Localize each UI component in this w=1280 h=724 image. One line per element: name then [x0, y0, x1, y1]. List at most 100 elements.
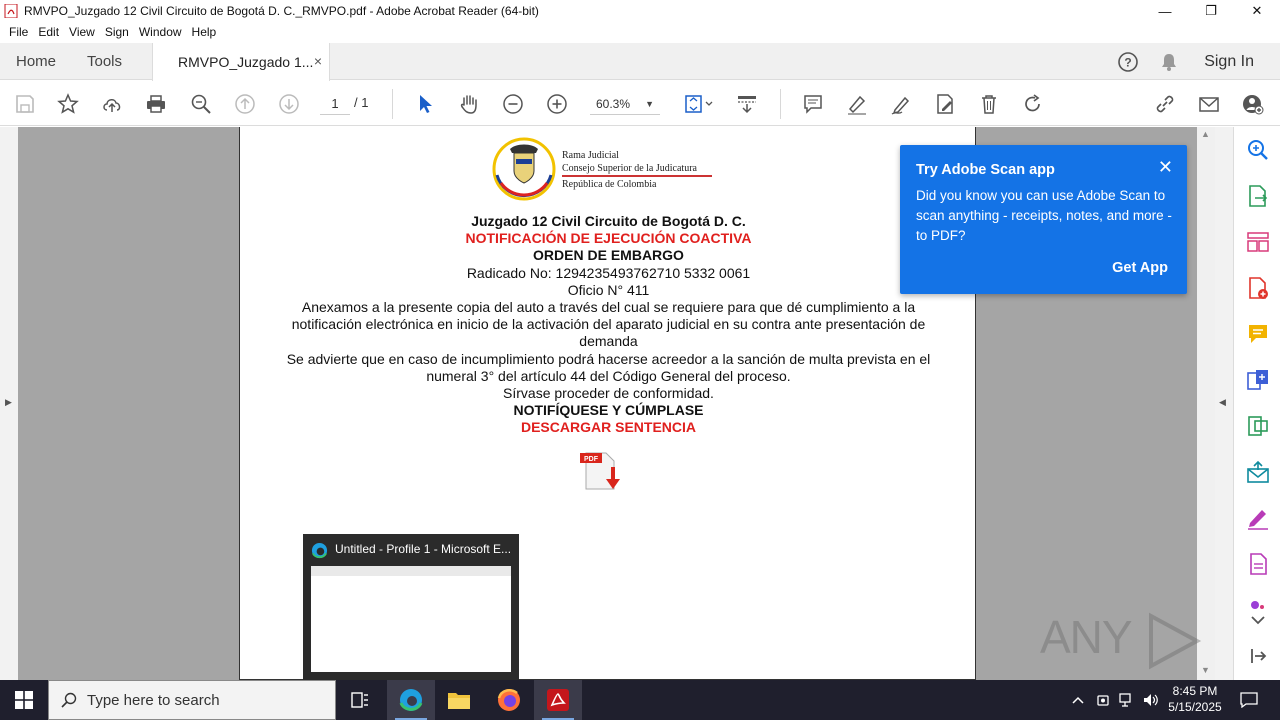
play-triangle-icon	[1148, 612, 1201, 670]
tray-device-icon[interactable]	[1093, 680, 1113, 720]
hand-tool-icon[interactable]	[456, 91, 482, 117]
zoom-in-icon[interactable]	[544, 91, 570, 117]
menu-window[interactable]: Window	[134, 25, 187, 39]
scroll-up-icon[interactable]: ▲	[1201, 129, 1210, 139]
menu-sign[interactable]: Sign	[100, 25, 134, 39]
close-window-button[interactable]: ✕	[1234, 0, 1280, 22]
taskbar-search-box[interactable]: Type here to search	[48, 680, 336, 720]
taskbar-firefox[interactable]	[485, 680, 533, 720]
email-icon[interactable]	[1196, 91, 1222, 117]
order-title: ORDEN DE EMBARGO	[533, 247, 684, 264]
taskbar-file-explorer[interactable]	[435, 680, 483, 720]
search-tools-icon[interactable]	[1246, 138, 1270, 162]
start-button[interactable]	[0, 680, 48, 720]
comment-tool-icon[interactable]	[1246, 322, 1270, 346]
menu-view[interactable]: View	[64, 25, 100, 39]
task-view-button[interactable]	[336, 680, 384, 720]
institution-header: Rama Judicial Consejo Superior de la Jud…	[562, 149, 697, 191]
popup-title: Try Adobe Scan app	[916, 162, 1055, 178]
select-cursor-icon[interactable]	[412, 91, 438, 117]
tab-document-label: RMVPO_Juzgado 1...	[178, 54, 314, 70]
zoom-level-value: 60.3%	[596, 97, 631, 111]
popup-close-icon[interactable]: ✕	[1158, 157, 1173, 178]
adobe-scan-popup: Try Adobe Scan app ✕ Did you know you ca…	[900, 145, 1187, 294]
speaker-icon	[1144, 694, 1158, 706]
bookmark-star-icon[interactable]	[55, 91, 81, 117]
right-panel-toggle[interactable]: ◀	[1215, 127, 1233, 680]
network-icon	[1119, 693, 1131, 707]
paragraph-annex: Anexamos a la presente copia del auto a …	[291, 299, 926, 350]
preview-thumbnail	[311, 566, 511, 672]
show-hidden-icons[interactable]	[1068, 680, 1088, 720]
cloud-upload-icon[interactable]	[99, 91, 125, 117]
tray-network-icon[interactable]	[1116, 680, 1138, 720]
toolbar-divider	[392, 89, 393, 119]
tab-tools[interactable]: Tools	[87, 43, 122, 80]
taskbar-clock[interactable]: 8:45 PM 5/15/2025	[1162, 683, 1228, 715]
edge-icon	[399, 689, 423, 711]
compress-pdf-icon[interactable]	[1246, 414, 1270, 438]
oficio-number: Oficio N° 411	[567, 281, 650, 298]
organize-pages-icon[interactable]	[1246, 230, 1270, 254]
action-center-button[interactable]	[1234, 680, 1264, 720]
taskbar-acrobat[interactable]	[534, 680, 582, 720]
folder-icon	[448, 693, 470, 709]
radicado-number: Radicado No: 1294235493762710 5332 0061	[466, 264, 751, 281]
get-app-button[interactable]: Get App	[1112, 260, 1168, 276]
maximize-button[interactable]: ❐	[1188, 0, 1234, 22]
share-link-icon[interactable]	[1152, 91, 1178, 117]
edit-pdf-icon[interactable]	[932, 91, 958, 117]
tab-home[interactable]: Home	[16, 43, 56, 80]
download-sentence-link[interactable]: DESCARGAR SENTENCIA	[260, 419, 957, 436]
page-up-icon[interactable]	[232, 91, 258, 117]
title-bar: RMVPO_Juzgado 12 Civil Circuito de Bogot…	[0, 0, 1280, 22]
comment-icon[interactable]	[800, 91, 826, 117]
notification-bell-icon[interactable]	[1158, 51, 1180, 73]
watermark-text-left: ANY	[1040, 611, 1132, 663]
fit-page-icon[interactable]	[682, 91, 716, 117]
add-user-icon[interactable]	[1240, 91, 1266, 117]
save-icon[interactable]	[12, 91, 38, 117]
tray-volume-icon[interactable]	[1140, 680, 1162, 720]
menu-edit[interactable]: Edit	[33, 25, 64, 39]
tab-document[interactable]: RMVPO_Juzgado 1... ×	[152, 43, 330, 81]
pdf-download-icon[interactable]: PDF	[578, 449, 626, 493]
delete-trash-icon[interactable]	[976, 91, 1002, 117]
tab-close-icon[interactable]: ×	[314, 53, 322, 69]
edge-icon	[311, 542, 328, 559]
preview-thumbnail-toolbar	[311, 566, 511, 576]
notice-title: NOTIFICACIÓN DE EJECUCIÓN COACTIVA	[465, 230, 752, 247]
vertical-scrollbar[interactable]: ▲ ▼	[1197, 127, 1215, 680]
menu-file[interactable]: File	[4, 25, 33, 39]
print-icon[interactable]	[143, 91, 169, 117]
taskbar-edge[interactable]	[387, 680, 435, 720]
preview-title: Untitled - Profile 1 - Microsoft E...	[335, 542, 512, 556]
protect-pdf-icon[interactable]	[1246, 552, 1270, 576]
left-panel-toggle[interactable]: ▶	[0, 127, 18, 680]
combine-files-icon[interactable]	[1246, 368, 1270, 392]
fill-sign-icon[interactable]	[1246, 506, 1270, 530]
send-for-review-icon[interactable]	[1246, 460, 1270, 484]
draw-freehand-icon[interactable]	[888, 91, 914, 117]
zoom-search-icon[interactable]	[188, 91, 214, 117]
sign-in-button[interactable]: Sign In	[1204, 53, 1254, 71]
page-down-icon[interactable]	[276, 91, 302, 117]
pdf-badge-label: PDF	[584, 456, 599, 463]
minimize-button[interactable]: —	[1142, 0, 1188, 22]
rotate-icon[interactable]	[1020, 91, 1046, 117]
closing-line: Sírvase proceder de conformidad.	[503, 385, 714, 402]
zoom-out-icon[interactable]	[500, 91, 526, 117]
create-pdf-icon[interactable]	[1246, 276, 1270, 300]
taskbar-window-preview[interactable]: Untitled - Profile 1 - Microsoft E...	[303, 534, 519, 680]
acrobat-app-icon	[4, 4, 18, 18]
highlight-pen-icon[interactable]	[844, 91, 870, 117]
scroll-mode-icon[interactable]	[734, 91, 760, 117]
chevron-down-icon: ▼	[645, 99, 654, 109]
search-icon	[61, 692, 77, 708]
court-name: Juzgado 12 Civil Circuito de Bogotá D. C…	[471, 213, 746, 229]
zoom-level-dropdown[interactable]: 60.3% ▼	[590, 93, 660, 115]
export-pdf-icon[interactable]	[1246, 184, 1270, 208]
page-number-input[interactable]	[320, 93, 350, 115]
help-icon[interactable]: ?	[1117, 51, 1139, 73]
menu-help[interactable]: Help	[187, 25, 222, 39]
